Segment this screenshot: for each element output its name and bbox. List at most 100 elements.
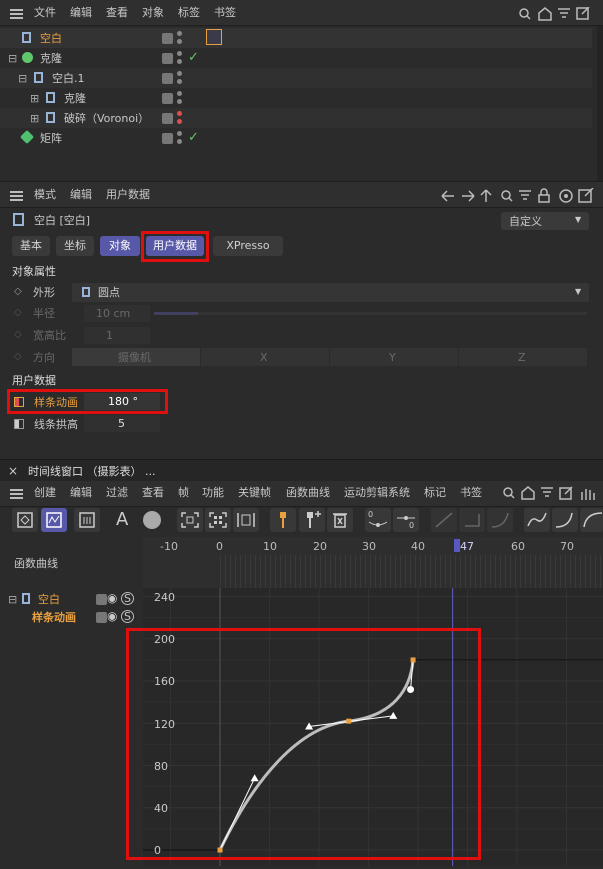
om-scrollbar[interactable] (597, 26, 603, 182)
om-row-0[interactable]: 空白 (0, 28, 592, 48)
zero-angle-button[interactable]: 0 (365, 508, 391, 532)
hamburger-icon[interactable] (10, 9, 23, 19)
menu-marker[interactable]: 标记 (424, 487, 446, 498)
menu-bookmark[interactable]: 书签 (460, 487, 482, 498)
dopesheet-mode-button[interactable] (12, 508, 38, 532)
menu-fcurve[interactable]: 函数曲线 (286, 487, 330, 498)
frame-selected-button[interactable] (205, 508, 231, 532)
radius-slider[interactable] (154, 312, 587, 315)
vis-dot[interactable] (177, 31, 182, 36)
add-key-button[interactable] (299, 508, 325, 532)
menu-frame[interactable]: 帧 (178, 487, 189, 498)
vis-dot[interactable] (177, 71, 182, 76)
menu-motion[interactable]: 运动剪辑系统 (344, 487, 410, 498)
vis-dot[interactable] (177, 111, 182, 116)
vis-dot[interactable] (177, 139, 182, 144)
vis-dot[interactable] (177, 59, 182, 64)
edit-icon[interactable] (162, 53, 173, 64)
ease-out-button[interactable] (580, 508, 603, 532)
spline-interp-button[interactable] (524, 508, 550, 532)
enabled-check-icon[interactable]: ✓ (188, 130, 199, 145)
linear-interp-button[interactable] (431, 508, 457, 532)
hamburger-icon[interactable] (10, 191, 23, 201)
dir-z[interactable]: Z (459, 348, 587, 366)
om-row-2[interactable]: ⊟ 空白.1 (0, 68, 592, 88)
ease-interp-button[interactable] (487, 508, 513, 532)
tag-icon[interactable] (206, 29, 222, 45)
edit-icon[interactable] (162, 33, 173, 44)
tab-xpresso[interactable]: XPresso (213, 236, 283, 256)
ease-in-button[interactable] (552, 508, 578, 532)
preset-dropdown[interactable]: 自定义 ▼ (501, 212, 589, 230)
diamond-icon[interactable]: ◇ (14, 352, 22, 362)
dir-camera[interactable]: 摄像机 (72, 348, 200, 366)
menu-filter[interactable]: 过滤 (106, 487, 128, 498)
vis-dot[interactable] (177, 51, 182, 56)
om-toolbar-icons[interactable] (518, 7, 598, 21)
menu-mode[interactable]: 模式 (34, 189, 56, 200)
delete-key-button[interactable] (327, 508, 353, 532)
menu-edit[interactable]: 编辑 (70, 7, 92, 18)
timeline-tab-title[interactable]: 时间线窗口 （摄影表） ... (28, 466, 155, 477)
tab-basic[interactable]: 基本 (12, 236, 50, 256)
menu-tag[interactable]: 标签 (178, 7, 200, 18)
sphere-icon[interactable] (143, 511, 161, 529)
diamond-icon[interactable]: ◇ (14, 330, 22, 340)
om-row-4[interactable]: ⊞ 破碎（Voronoi） (0, 108, 592, 128)
keyframe-icon[interactable] (14, 419, 24, 429)
vis-dot[interactable] (177, 99, 182, 104)
frame-all-button[interactable] (177, 508, 203, 532)
timeline-toolbar-icons[interactable] (502, 486, 602, 502)
expand-icon[interactable]: ⊞ (30, 113, 39, 124)
eye-icon[interactable]: ◉ (107, 592, 117, 604)
menu-object[interactable]: 对象 (142, 7, 164, 18)
menu-function[interactable]: 功能 (202, 487, 224, 498)
edit-icon[interactable] (162, 133, 173, 144)
menu-view[interactable]: 查看 (106, 7, 128, 18)
key-tool-button[interactable] (270, 508, 296, 532)
solo-icon[interactable]: S (121, 592, 134, 605)
menu-file[interactable]: 文件 (34, 7, 56, 18)
vis-dot[interactable] (177, 79, 182, 84)
aspect-field[interactable]: 1 (84, 327, 150, 344)
line-height-field[interactable]: 5 (84, 415, 160, 432)
motion-mode-button[interactable] (74, 508, 100, 532)
edit-icon[interactable] (162, 113, 173, 124)
om-row-3[interactable]: ⊞ 克隆 (0, 88, 592, 108)
fcurve-mode-button[interactable] (41, 508, 67, 532)
text-tool-icon[interactable]: A (116, 511, 128, 529)
menu-create[interactable]: 创建 (34, 487, 56, 498)
om-row-5[interactable]: 矩阵 ✓ (0, 128, 592, 148)
om-row-1[interactable]: ⊟ 克隆 ✓ (0, 48, 592, 68)
expand-icon[interactable]: ⊞ (30, 93, 39, 104)
menu-bookmark[interactable]: 书签 (214, 7, 236, 18)
expand-icon[interactable]: ⊟ (18, 73, 27, 84)
expand-icon[interactable]: ⊟ (8, 594, 17, 605)
tab-object[interactable]: 对象 (100, 236, 140, 256)
solo-icon[interactable]: S (121, 610, 134, 623)
dir-y[interactable]: Y (330, 348, 458, 366)
tab-coord[interactable]: 坐标 (56, 236, 94, 256)
hamburger-icon[interactable] (10, 489, 23, 499)
radius-field[interactable]: 10 cm (84, 305, 150, 322)
tree-item-spline-anim[interactable]: 样条动画 (32, 612, 76, 623)
menu-keyframe[interactable]: 关键帧 (238, 487, 271, 498)
edit-icon[interactable] (162, 73, 173, 84)
close-icon[interactable]: × (8, 465, 18, 477)
shape-dropdown[interactable]: 圆点 ▼ (72, 283, 589, 302)
expand-icon[interactable]: ⊟ (8, 53, 17, 64)
vis-dot[interactable] (177, 91, 182, 96)
edit-icon[interactable] (96, 594, 107, 605)
edit-icon[interactable] (96, 612, 107, 623)
vis-dot[interactable] (177, 119, 182, 124)
attr-toolbar-icons[interactable] (440, 188, 598, 204)
enabled-check-icon[interactable]: ✓ (188, 50, 199, 65)
menu-edit[interactable]: 编辑 (70, 487, 92, 498)
vis-dot[interactable] (177, 131, 182, 136)
eye-icon[interactable]: ◉ (107, 610, 117, 622)
menu-userdata[interactable]: 用户数据 (106, 189, 150, 200)
menu-view[interactable]: 查看 (142, 487, 164, 498)
vis-dot[interactable] (177, 39, 182, 44)
diamond-icon[interactable]: ◇ (14, 308, 22, 318)
tree-item-null[interactable]: 空白 (38, 594, 60, 605)
